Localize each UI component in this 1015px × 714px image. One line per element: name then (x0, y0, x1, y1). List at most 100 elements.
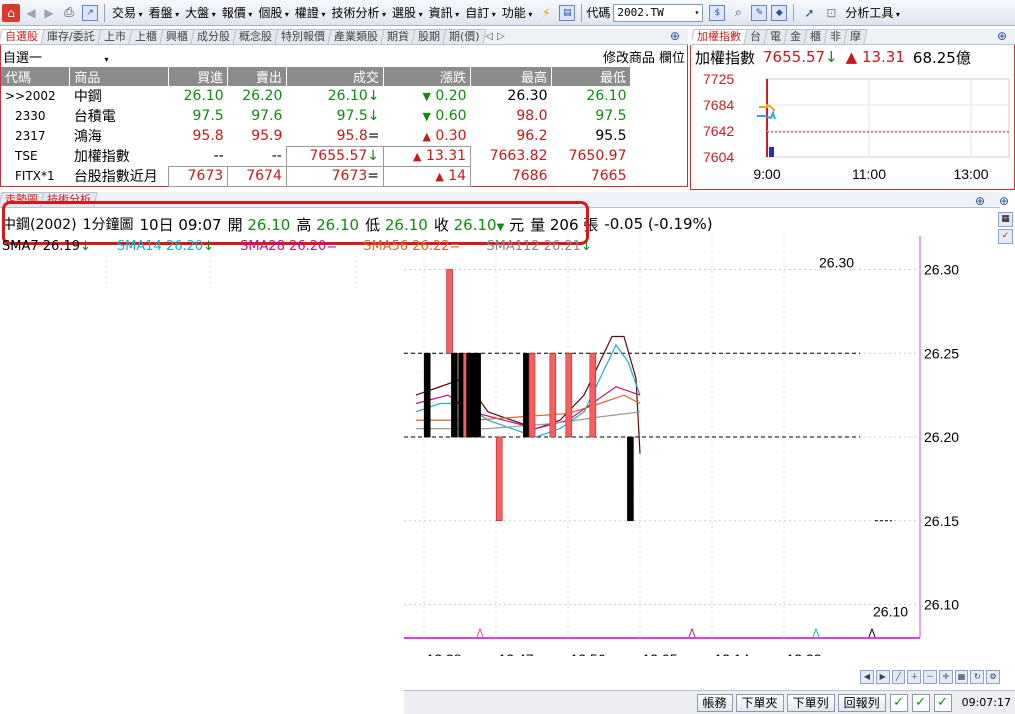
lightning-icon[interactable]: ⚡ (537, 4, 555, 22)
home-icon[interactable]: ⌂ (2, 3, 20, 22)
columns-button[interactable]: 欄位 (659, 51, 685, 66)
high-label: 26.30 (819, 255, 854, 271)
tab-5[interactable]: 興櫃 (159, 29, 195, 44)
menu-5[interactable]: 個股 (255, 4, 292, 21)
row-high: 7686 (511, 168, 548, 184)
column-header[interactable]: 代碼 (1, 67, 71, 86)
tab-1[interactable]: 加權指數 (692, 29, 748, 44)
refresh-icon[interactable]: ↻ (970, 670, 985, 684)
column-header[interactable]: 賣出 (227, 67, 287, 86)
tab-9[interactable]: 產業類股 (327, 29, 385, 44)
tab-8[interactable]: 特別報價 (274, 29, 332, 44)
tools-icon[interactable]: ✎ (751, 4, 768, 21)
menu-6[interactable]: 權證 (292, 4, 329, 21)
check-icon[interactable]: ✓ (889, 693, 908, 712)
watchlist-panel: 自選一 修改商品欄位 代碼商品買進賣出成交漲跌最高最低 >>2002 中鋼 26.1… (0, 45, 688, 187)
zoom-icon[interactable]: ⊕ (999, 194, 1009, 208)
code-input[interactable]: 2002.TW ▾ (613, 3, 704, 22)
row-bid: 95.8 (192, 128, 224, 144)
table-row[interactable]: FITX*1 台股指數近月 7673 7674 7673= ▲ 14 7686 7665 (1, 165, 631, 187)
pointer-icon[interactable]: ➚ (800, 4, 818, 22)
print-icon[interactable]: ⎙ (60, 4, 78, 22)
menu-7[interactable]: 技術分析 (328, 4, 389, 21)
ma-label: SMA14 (116, 239, 166, 254)
column-header[interactable]: 買進 (168, 67, 229, 86)
menu-8[interactable]: 選股 (389, 4, 426, 21)
scroll-right-icon[interactable]: ▶ (875, 670, 890, 684)
candle (523, 352, 530, 438)
zoom-out-icon[interactable]: － (923, 670, 937, 684)
zoom-icon[interactable]: ⊕ (975, 194, 985, 208)
tab-11[interactable]: 股期 (411, 29, 447, 44)
tab-10[interactable]: 期貨 (380, 29, 416, 44)
candle (549, 352, 557, 438)
analysis-tools-menu[interactable]: 分析工具 (842, 4, 903, 21)
table-row[interactable]: >>2002 中鋼 26.10 26.20 26.10↓ ▼ 0.20 26.30 26.10 (1, 86, 631, 106)
column-header[interactable]: 最高 (470, 67, 552, 86)
tab-7[interactable]: 摩 (843, 29, 868, 44)
bottom-button-1[interactable]: 帳務 (696, 693, 733, 712)
check-icon[interactable]: ✓ (911, 693, 930, 712)
tab-2[interactable]: 庫存/委託 (40, 29, 102, 44)
menu-11[interactable]: 功能 (499, 4, 536, 21)
change-value: -0.05 (-0.19%) (604, 215, 713, 233)
panel-icon[interactable]: ▦ (998, 212, 1013, 227)
back-icon[interactable]: ◀ (24, 4, 38, 22)
tab-next-icon[interactable]: ▷ (495, 31, 507, 42)
line-tool-icon[interactable]: ╱ (891, 670, 906, 684)
row-change-value: 13.31 (421, 148, 467, 164)
check-icon[interactable]: ✓ (933, 693, 952, 712)
checkbox-icon[interactable]: ✓ (998, 229, 1013, 244)
column-header[interactable]: 漲跌 (383, 67, 472, 86)
tab-6[interactable]: 成分股 (190, 29, 237, 44)
zoom-icon[interactable]: ⊕ (670, 29, 680, 43)
menu-3[interactable]: 大盤 (182, 4, 219, 21)
bottom-button-2[interactable]: 下單夾 (735, 693, 784, 712)
search-icon[interactable]: ⌕ (729, 4, 747, 22)
menu-9[interactable]: 資訊 (426, 4, 463, 21)
grid-icon[interactable]: ▦ (954, 670, 969, 684)
crosshair-icon[interactable]: ✛ (938, 670, 953, 684)
candle (495, 436, 503, 522)
column-header[interactable]: 成交 (286, 67, 385, 86)
index-panel: 加權指數 7655.57↓ ▲ 13.31 68.25億 7725 7684 764… (690, 45, 1015, 190)
row-ask: -- (271, 147, 282, 164)
tab-12[interactable]: 期(價) (442, 29, 486, 44)
modify-items-button[interactable]: 修改商品 (603, 51, 655, 66)
table-row[interactable]: 2330 台積電 97.5 97.6 97.5↓ ▼ 0.60 98.0 97.5 (1, 106, 631, 126)
row-high: 26.30 (507, 88, 548, 104)
ytick-label: 26.15 (924, 513, 959, 529)
popout-icon[interactable]: ↗ (82, 4, 98, 21)
calendar-icon[interactable]: ▤ (559, 4, 576, 21)
quote-icon[interactable]: $ (709, 4, 726, 21)
chevron-down-icon[interactable]: ▾ (695, 8, 700, 17)
zoom-icon[interactable]: ⊕ (997, 29, 1007, 43)
lock-icon[interactable]: ⊡ (822, 4, 840, 22)
scroll-left-icon[interactable]: ◀ (860, 670, 874, 684)
tab-3[interactable]: 上市 (97, 29, 133, 44)
row-last-value: 26.10 (327, 88, 368, 104)
menu-2[interactable]: 看盤 (146, 4, 183, 21)
column-header[interactable]: 商品 (69, 67, 170, 86)
ma-legend-item: SMA28 26.20= (240, 239, 337, 255)
zoom-in-icon[interactable]: ＋ (907, 670, 922, 684)
index-ytick-label: 7604 (703, 149, 734, 165)
table-row[interactable]: 2317 鴻海 95.8 95.9 95.8= ▲ 0.30 96.2 95.5 (1, 126, 631, 146)
column-header[interactable]: 最低 (551, 67, 631, 86)
menu-4[interactable]: 報價 (219, 4, 256, 21)
ma-label: SMA28 (240, 239, 290, 254)
chart-settings-icon[interactable]: ⚙ (986, 670, 1001, 684)
tab-7[interactable]: 概念股 (232, 29, 279, 44)
row-name: 加權指數 (73, 149, 130, 165)
tag-icon[interactable]: ◆ (771, 4, 788, 21)
forward-icon[interactable]: ▶ (42, 4, 56, 22)
menu-1[interactable]: 交易 (109, 4, 146, 21)
bottom-button-4[interactable]: 回報列 (837, 693, 886, 712)
tab-1[interactable]: 自選股 (0, 29, 45, 44)
table-row[interactable]: TSE 加權指數 -- -- 7655.57↓ ▲ 13.31 7663.82 7650.97 (1, 145, 631, 167)
candle (474, 352, 481, 438)
watchlist-group-select[interactable]: 自選一 (3, 47, 109, 66)
menu-10[interactable]: 自訂 (462, 4, 499, 21)
bottom-button-3[interactable]: 下單列 (786, 693, 835, 712)
tab-4[interactable]: 上櫃 (128, 29, 164, 44)
